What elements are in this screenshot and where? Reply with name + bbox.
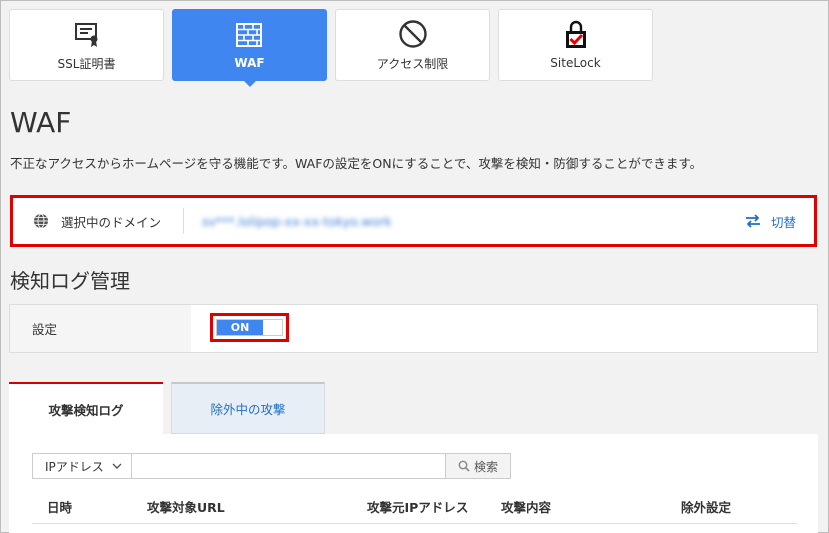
waf-toggle[interactable]: ON — [216, 319, 283, 336]
tab-sitelock[interactable]: SiteLock — [498, 9, 653, 81]
page-title: WAF — [10, 106, 72, 139]
domain-label: 選択中のドメイン — [61, 214, 162, 230]
tab-access-label: アクセス制限 — [376, 56, 449, 71]
toggle-on-label: ON — [217, 320, 263, 335]
swap-icon — [745, 214, 760, 228]
toggle-off-area — [263, 320, 282, 335]
setting-row: 設定 — [9, 304, 818, 353]
tab-ssl-label: SSL証明書 — [57, 56, 116, 71]
prohibited-icon — [398, 19, 428, 49]
divider — [183, 208, 185, 234]
tab-ssl[interactable]: SSL証明書 — [9, 9, 164, 81]
chevron-down-icon — [112, 463, 122, 469]
column-header-datetime: 日時 — [47, 500, 73, 515]
toggle-highlight: ON — [210, 313, 289, 342]
search-button-label: 検索 — [473, 459, 498, 474]
table-divider — [32, 523, 797, 524]
section-title: 検知ログ管理 — [10, 269, 130, 293]
filter-select-value: IPアドレス — [45, 459, 104, 474]
search-input[interactable] — [131, 453, 446, 479]
filter-type-select[interactable]: IPアドレス — [32, 453, 132, 479]
switch-domain-button[interactable]: 切替 — [745, 212, 796, 231]
tab-waf-label: WAF — [234, 56, 265, 70]
tab-excluded-attacks[interactable]: 除外中の攻撃 — [171, 382, 325, 434]
page-description: 不正なアクセスからホームページを守る機能です。WAFの設定をONにすることで、攻… — [10, 156, 703, 171]
log-panel — [9, 434, 818, 533]
globe-icon — [34, 213, 48, 229]
tab-attack-log[interactable]: 攻撃検知ログ — [9, 382, 163, 435]
tab-sitelock-label: SiteLock — [550, 56, 601, 70]
domain-value: sv***.lolipop-xx-xx-tokyo.work — [202, 213, 392, 229]
search-icon — [458, 460, 470, 472]
search-button[interactable]: 検索 — [445, 453, 511, 479]
tab-waf[interactable]: WAF — [172, 9, 327, 87]
column-header-source-ip: 攻撃元IPアドレス — [367, 500, 469, 515]
column-header-exclusion: 除外設定 — [681, 500, 732, 515]
tab-access-restriction[interactable]: アクセス制限 — [335, 9, 490, 81]
setting-label: 設定 — [10, 305, 191, 352]
column-header-target-url: 攻撃対象URL — [147, 500, 225, 515]
column-header-attack-content: 攻撃内容 — [501, 500, 552, 515]
selected-domain-bar: 選択中のドメイン sv***.lolipop-xx-xx-tokyo.work … — [10, 195, 817, 247]
firewall-icon — [235, 20, 265, 50]
switch-label: 切替 — [770, 214, 796, 230]
lock-check-icon — [563, 20, 589, 50]
certificate-icon — [73, 19, 101, 49]
